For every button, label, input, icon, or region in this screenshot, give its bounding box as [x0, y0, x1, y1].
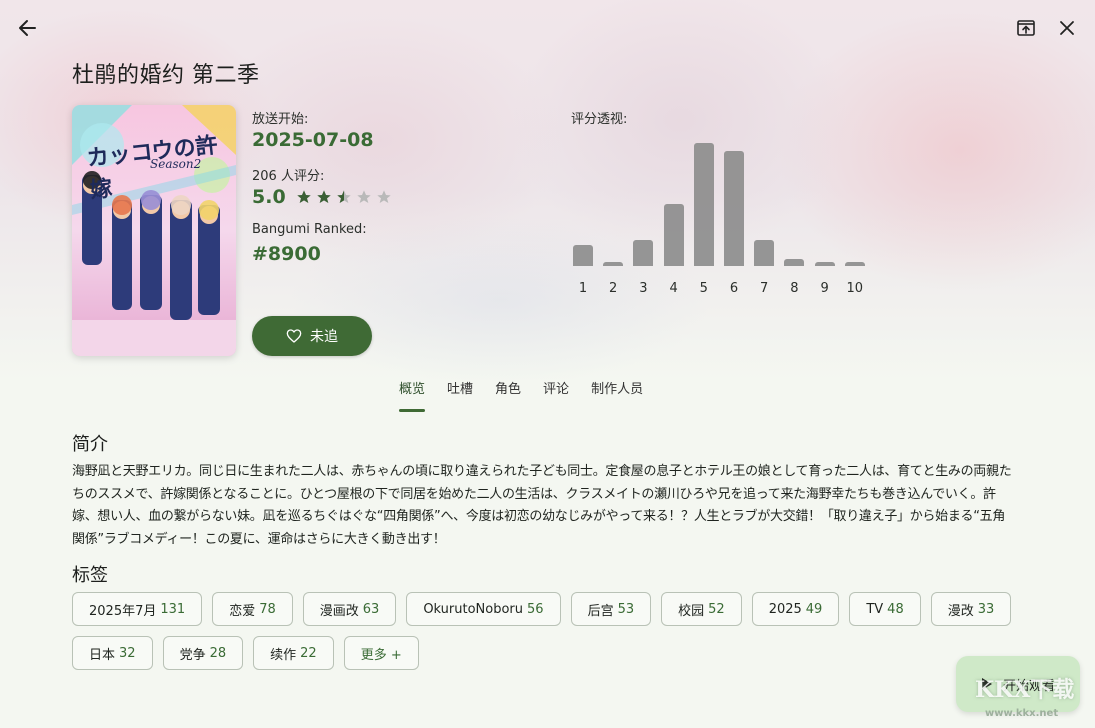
- tab-3[interactable]: 评论: [532, 372, 580, 412]
- histogram-label: 评分透视:: [571, 112, 628, 127]
- tag-count: 49: [805, 601, 823, 617]
- tag-name: 后宫: [587, 603, 614, 619]
- tag-chip[interactable]: 后宫 53: [570, 592, 652, 626]
- tag-chip[interactable]: 日本 32: [72, 636, 153, 670]
- star-icon: [377, 190, 391, 203]
- tag-name: 党争: [179, 647, 206, 663]
- tag-chip[interactable]: 漫画改 63: [302, 592, 397, 626]
- tag-count: 28: [209, 645, 227, 661]
- tag-name: TV: [866, 601, 884, 617]
- rank-value: #8900: [252, 243, 321, 265]
- page-title: 杜鹃的婚约 第二季: [72, 63, 260, 88]
- tag-count: 56: [527, 601, 544, 617]
- more-tags-button[interactable]: 更多 +: [343, 636, 419, 670]
- follow-button[interactable]: 未追: [252, 316, 372, 356]
- tag-chip[interactable]: 校园 52: [661, 592, 742, 626]
- tag-name: 2025年7月: [89, 603, 157, 619]
- score-value: 5.0: [252, 186, 286, 208]
- tag-name: 日本: [89, 647, 116, 663]
- tag-name: OkurutoNoboru: [423, 601, 524, 617]
- tag-chip[interactable]: 2025 49: [751, 592, 840, 626]
- tag-count: 33: [977, 601, 995, 617]
- rank-label: Bangumi Ranked:: [252, 222, 367, 237]
- tag-chip[interactable]: 恋爱 78: [212, 592, 293, 626]
- tags-title: 标签: [72, 565, 108, 586]
- tag-name: 2025: [768, 601, 802, 617]
- star-icon: [337, 190, 351, 203]
- tag-name: 恋爱: [229, 603, 256, 619]
- tab-0[interactable]: 概览: [388, 372, 436, 412]
- star-icon: [297, 190, 311, 203]
- tag-chip[interactable]: 党争 28: [162, 636, 244, 670]
- close-button[interactable]: [1051, 12, 1083, 44]
- tag-count: 78: [259, 601, 276, 617]
- rating-stars: [296, 189, 392, 205]
- air-date-value: 2025-07-08: [252, 129, 374, 151]
- heart-outline-icon: [286, 329, 302, 343]
- arrow-left-icon: [19, 20, 36, 36]
- star-icon: [357, 190, 371, 203]
- tag-name: 续作: [270, 647, 297, 663]
- open-in-window-icon: [1017, 20, 1035, 36]
- tag-count: 52: [708, 601, 725, 617]
- tag-count: 131: [160, 601, 186, 617]
- close-icon: [1060, 21, 1074, 35]
- tag-count: 32: [119, 645, 136, 661]
- tag-count: 48: [887, 601, 904, 617]
- tag-chip[interactable]: 2025年7月 131: [72, 592, 203, 626]
- follow-button-label: 未追: [310, 329, 338, 345]
- tab-1[interactable]: 吐槽: [436, 372, 484, 412]
- air-date-label: 放送开始:: [252, 112, 309, 127]
- tag-chip[interactable]: 续作 22: [253, 636, 334, 670]
- tag-list: 2025年7月 131 恋爱 78 漫画改 63 OkurutoNoboru 56 后宫 53 校园…: [72, 592, 1032, 670]
- tag-count: 63: [362, 601, 380, 617]
- tab-4[interactable]: 制作人员: [580, 372, 654, 412]
- summary-title: 简介: [72, 434, 108, 455]
- tag-name: 漫画改: [319, 603, 359, 619]
- tag-count: 22: [300, 645, 317, 661]
- watermark-url: www.kkx.net: [985, 708, 1059, 719]
- open-in-window-button[interactable]: [1010, 12, 1042, 44]
- tag-chip[interactable]: 漫改 33: [930, 592, 1012, 626]
- tag-count: 53: [617, 601, 635, 617]
- star-icon: [317, 190, 331, 203]
- tag-chip[interactable]: OkurutoNoboru 56: [406, 592, 561, 626]
- tab-2[interactable]: 角色: [484, 372, 532, 412]
- watermark-logo: KKX下载: [975, 677, 1075, 703]
- poster-image[interactable]: カッコウの許嫁 Season2: [72, 105, 236, 356]
- summary-text: 海野凪と天野エリカ。同じ日に生まれた二人は、赤ちゃんの頃に取り違えられた子ども同…: [72, 464, 1012, 547]
- poster-subtitle: Season2: [150, 157, 202, 171]
- score-row: 5.0: [252, 186, 392, 208]
- tab-bar: 概览 吐槽 角色 评论 制作人员: [388, 372, 654, 412]
- tag-name: 校园: [678, 603, 705, 619]
- votes-label: 206 人评分:: [252, 169, 325, 184]
- back-button[interactable]: [12, 12, 44, 44]
- tag-name: 漫改: [947, 603, 974, 619]
- tag-chip[interactable]: TV 48: [849, 592, 921, 626]
